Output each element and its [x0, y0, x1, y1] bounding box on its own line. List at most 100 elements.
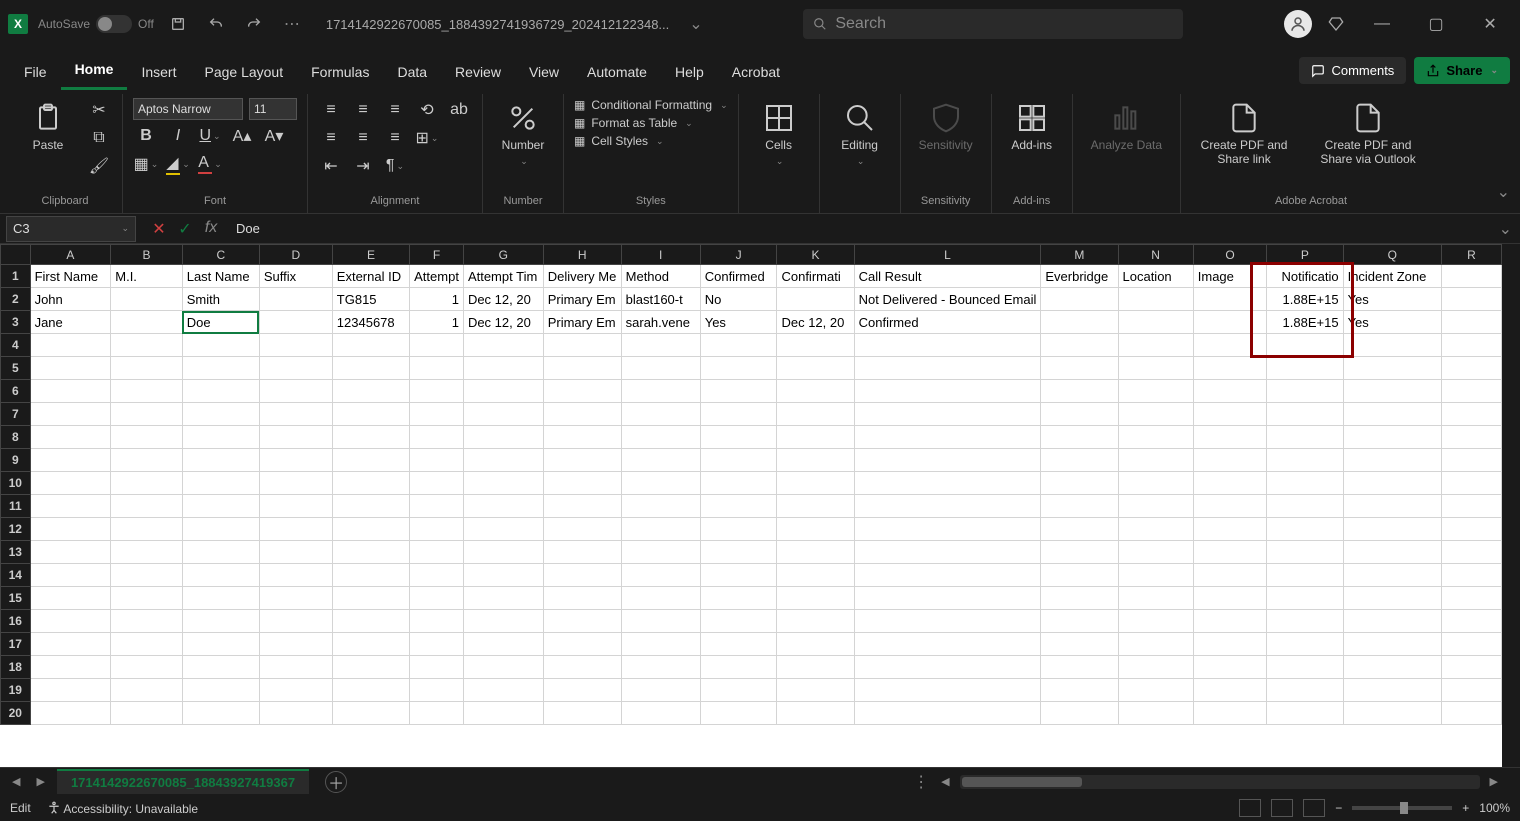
cell[interactable]: [30, 656, 111, 679]
cell[interactable]: [1441, 518, 1501, 541]
cell[interactable]: [777, 633, 854, 656]
cell[interactable]: [259, 380, 332, 403]
cell[interactable]: [1193, 357, 1266, 380]
merge-icon[interactable]: ⊞⌄: [414, 126, 440, 150]
cell[interactable]: [463, 656, 543, 679]
cell[interactable]: [1441, 449, 1501, 472]
row-header[interactable]: 13: [1, 541, 31, 564]
cell[interactable]: [30, 380, 111, 403]
accessibility-status[interactable]: Accessibility: Unavailable: [47, 801, 198, 816]
cell[interactable]: [543, 679, 621, 702]
column-header[interactable]: H: [543, 245, 621, 265]
cell[interactable]: [30, 403, 111, 426]
copy-icon[interactable]: ⧉: [86, 126, 112, 150]
cell[interactable]: [1041, 702, 1118, 725]
sheet-nav-next-icon[interactable]: ▶: [32, 775, 48, 788]
cell[interactable]: [1267, 495, 1343, 518]
cell[interactable]: Not Delivered - Bounced Email: [854, 288, 1041, 311]
cell[interactable]: [700, 472, 777, 495]
cell[interactable]: [1343, 564, 1441, 587]
cell[interactable]: [1343, 449, 1441, 472]
row-header[interactable]: 15: [1, 587, 31, 610]
row-header[interactable]: 18: [1, 656, 31, 679]
cell[interactable]: [332, 564, 409, 587]
cell[interactable]: [700, 702, 777, 725]
cell[interactable]: [1267, 426, 1343, 449]
add-sheet-icon[interactable]: ＋: [325, 771, 347, 793]
cell[interactable]: [1441, 656, 1501, 679]
cell[interactable]: [1267, 587, 1343, 610]
cell[interactable]: [259, 495, 332, 518]
cell[interactable]: sarah.vene: [621, 311, 700, 334]
cell[interactable]: [1118, 311, 1193, 334]
cell[interactable]: [777, 288, 854, 311]
search-box[interactable]: Search: [803, 9, 1183, 39]
cell[interactable]: [543, 380, 621, 403]
cell[interactable]: Delivery Me: [543, 265, 621, 288]
row-header[interactable]: 20: [1, 702, 31, 725]
cell[interactable]: [182, 610, 259, 633]
cell[interactable]: [182, 449, 259, 472]
cell[interactable]: [332, 633, 409, 656]
cell[interactable]: [1441, 679, 1501, 702]
tab-insert[interactable]: Insert: [127, 54, 190, 90]
cell[interactable]: [621, 334, 700, 357]
zoom-slider[interactable]: [1352, 806, 1452, 810]
cell[interactable]: [182, 656, 259, 679]
cell[interactable]: [1441, 564, 1501, 587]
cell[interactable]: [1193, 633, 1266, 656]
cell[interactable]: [182, 633, 259, 656]
cell[interactable]: [111, 495, 182, 518]
cell[interactable]: [259, 334, 332, 357]
cell[interactable]: [700, 334, 777, 357]
cell[interactable]: [111, 656, 182, 679]
cell[interactable]: [259, 656, 332, 679]
format-as-table-button[interactable]: ▦ Format as Table⌄: [574, 116, 728, 130]
cell[interactable]: [332, 518, 409, 541]
cell[interactable]: [259, 357, 332, 380]
column-header[interactable]: A: [30, 245, 111, 265]
row-header[interactable]: 17: [1, 633, 31, 656]
cell[interactable]: [854, 679, 1041, 702]
align-bottom-icon[interactable]: ≡: [382, 98, 408, 122]
cell[interactable]: [1441, 610, 1501, 633]
cell[interactable]: 1.88E+15: [1267, 311, 1343, 334]
cell[interactable]: [621, 679, 700, 702]
addins-button[interactable]: Add-ins: [1002, 98, 1062, 156]
column-header[interactable]: Q: [1343, 245, 1441, 265]
tab-help[interactable]: Help: [661, 54, 718, 90]
formula-bar-expand-icon[interactable]: ⌄: [1491, 219, 1520, 239]
name-box-chevron-icon[interactable]: ⌄: [121, 223, 129, 234]
cell[interactable]: John: [30, 288, 111, 311]
cell[interactable]: [1041, 495, 1118, 518]
cell[interactable]: Suffix: [259, 265, 332, 288]
align-middle-icon[interactable]: ≡: [350, 98, 376, 122]
cell[interactable]: [182, 334, 259, 357]
bold-button[interactable]: B: [133, 124, 159, 148]
cell[interactable]: [1343, 679, 1441, 702]
row-header[interactable]: 4: [1, 334, 31, 357]
cell[interactable]: [30, 334, 111, 357]
cell[interactable]: [700, 495, 777, 518]
cell[interactable]: [30, 518, 111, 541]
cell[interactable]: [777, 564, 854, 587]
cell[interactable]: [777, 380, 854, 403]
cell[interactable]: [111, 472, 182, 495]
cell[interactable]: [543, 495, 621, 518]
cell[interactable]: [332, 357, 409, 380]
cell[interactable]: [259, 702, 332, 725]
cell[interactable]: [621, 380, 700, 403]
cell[interactable]: [1267, 380, 1343, 403]
cell[interactable]: [1193, 449, 1266, 472]
row-header[interactable]: 10: [1, 472, 31, 495]
cell[interactable]: [1441, 288, 1501, 311]
cell[interactable]: Incident Zone: [1343, 265, 1441, 288]
cell[interactable]: [854, 518, 1041, 541]
cell[interactable]: [1041, 357, 1118, 380]
cell[interactable]: [777, 587, 854, 610]
zoom-in-icon[interactable]: +: [1462, 801, 1469, 815]
cell[interactable]: Yes: [700, 311, 777, 334]
cell[interactable]: [1118, 541, 1193, 564]
decrease-indent-icon[interactable]: ⇤: [318, 154, 344, 178]
cell[interactable]: [1267, 472, 1343, 495]
